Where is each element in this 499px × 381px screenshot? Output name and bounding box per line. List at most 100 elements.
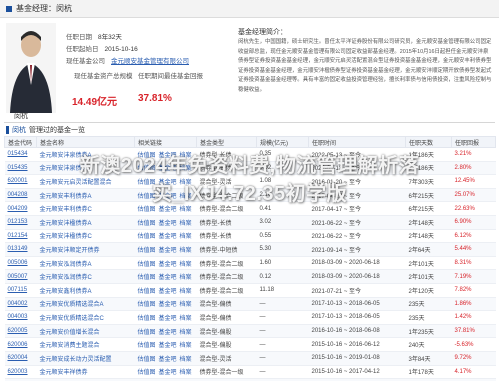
fund-name-link[interactable]: 金元顺安泓润债券A: [40, 262, 92, 268]
fund-name-link[interactable]: 金元顺安消费主题混合: [40, 343, 100, 349]
valuation-chart-link[interactable]: 估值图: [138, 343, 156, 349]
fund-forum-link[interactable]: 基金吧: [159, 262, 177, 268]
fund-name-link[interactable]: 金元顺安丰利债券A: [40, 194, 92, 200]
fund-links-cell: 估值图基金吧档案: [134, 310, 197, 325]
fund-forum-link[interactable]: 基金吧: [159, 153, 177, 159]
valuation-chart-link[interactable]: 估值图: [138, 194, 156, 200]
valuation-chart-link[interactable]: 估值图: [138, 330, 156, 336]
fund-forum-link[interactable]: 基金吧: [159, 289, 177, 295]
fund-code-link[interactable]: 620004: [8, 355, 28, 361]
tenure-days-cell: 6年215天: [405, 201, 452, 216]
fund-forum-link[interactable]: 基金吧: [159, 275, 177, 281]
fund-code-link[interactable]: 004209: [8, 206, 28, 212]
fund-name-link[interactable]: 金元顺安沣顺定开债券: [40, 248, 100, 254]
fund-code-link[interactable]: 620001: [8, 178, 28, 184]
fund-forum-link[interactable]: 基金吧: [159, 180, 177, 186]
column-header: 相关链接: [134, 136, 197, 148]
valuation-chart-link[interactable]: 估值图: [138, 275, 156, 281]
fund-code-link[interactable]: 012153: [8, 219, 28, 225]
company-link[interactable]: 金元顺安基金管理有限公司: [111, 58, 189, 65]
fund-profile-link[interactable]: 档案: [180, 153, 192, 159]
fund-code-link[interactable]: 620005: [8, 328, 28, 334]
column-header: 基金类型: [196, 136, 257, 148]
fund-forum-link[interactable]: 基金吧: [159, 207, 177, 213]
fund-code-link[interactable]: 004208: [8, 192, 28, 198]
fund-profile-link[interactable]: 档案: [180, 370, 192, 376]
tenure-days: 2年148天: [408, 220, 434, 227]
fund-code-link[interactable]: 005006: [8, 260, 28, 266]
fund-size: 1.60: [259, 260, 272, 267]
fund-profile-link[interactable]: 档案: [180, 275, 192, 281]
fund-name-link[interactable]: 金元顺安鑫利债券A: [40, 289, 92, 295]
fund-forum-link[interactable]: 基金吧: [159, 248, 177, 254]
valuation-chart-link[interactable]: 估值图: [138, 316, 156, 322]
fund-code-link[interactable]: 620003: [8, 369, 28, 375]
fund-profile-link[interactable]: 档案: [180, 316, 192, 322]
tenure-return: 37.81%: [454, 328, 475, 335]
valuation-chart-link[interactable]: 估值图: [138, 180, 156, 186]
fund-forum-link[interactable]: 基金吧: [159, 302, 177, 308]
valuation-chart-link[interactable]: 估值图: [138, 262, 156, 268]
valuation-chart-link[interactable]: 估值图: [138, 248, 156, 254]
valuation-chart-link[interactable]: 估值图: [138, 166, 156, 172]
fund-profile-link[interactable]: 档案: [180, 221, 192, 227]
valuation-chart-link[interactable]: 估值图: [138, 370, 156, 376]
valuation-chart-link[interactable]: 估值图: [138, 302, 156, 308]
fund-name-link[interactable]: 金元顺安沣楹债券A: [40, 221, 92, 227]
manager-photo: [6, 23, 56, 113]
valuation-chart-link[interactable]: 估值图: [138, 357, 156, 363]
fund-code-link[interactable]: 015435: [8, 165, 28, 171]
fund-code-link[interactable]: 620006: [8, 342, 28, 348]
fund-name-link[interactable]: 金元顺安价值增长混合: [40, 330, 100, 336]
fund-profile-link[interactable]: 档案: [180, 166, 192, 172]
valuation-chart-link[interactable]: 估值图: [138, 207, 156, 213]
fund-type-cell: 债券型-长债: [196, 215, 257, 230]
fund-profile-link[interactable]: 档案: [180, 343, 192, 349]
fund-forum-link[interactable]: 基金吧: [159, 194, 177, 200]
fund-code-link-cell: 005007: [4, 269, 37, 284]
fund-name-link[interactable]: 金元顺安优质精选混合C: [40, 316, 104, 322]
fund-code-link[interactable]: 004002: [8, 301, 28, 307]
fund-profile-link[interactable]: 档案: [180, 262, 192, 268]
fund-forum-link[interactable]: 基金吧: [159, 330, 177, 336]
fund-profile-link[interactable]: 档案: [180, 248, 192, 254]
fund-profile-link[interactable]: 档案: [180, 330, 192, 336]
fund-profile-link[interactable]: 档案: [180, 357, 192, 363]
fund-type: 债券型-混合二级: [199, 275, 244, 282]
fund-name-link[interactable]: 金元顺安沣泉债券A: [40, 153, 92, 159]
fund-profile-link[interactable]: 档案: [180, 207, 192, 213]
fund-name-link[interactable]: 金元顺安泓润债券C: [40, 275, 92, 281]
fund-code-link[interactable]: 005007: [8, 274, 28, 280]
fund-code-link[interactable]: 007115: [8, 287, 28, 293]
valuation-chart-link[interactable]: 估值图: [138, 234, 156, 240]
fund-name-link[interactable]: 金元顺安沣楹债券C: [40, 234, 92, 240]
valuation-chart-link[interactable]: 估值图: [138, 289, 156, 295]
fund-forum-link[interactable]: 基金吧: [159, 370, 177, 376]
fund-profile-link[interactable]: 档案: [180, 180, 192, 186]
fund-name-link[interactable]: 金元顺安丰祥债券: [40, 370, 88, 376]
fund-profile-link[interactable]: 档案: [180, 302, 192, 308]
fund-forum-link[interactable]: 基金吧: [159, 316, 177, 322]
fund-profile-link[interactable]: 档案: [180, 234, 192, 240]
fund-profile-link[interactable]: 档案: [180, 194, 192, 200]
fund-forum-link[interactable]: 基金吧: [159, 166, 177, 172]
fund-forum-link[interactable]: 基金吧: [159, 221, 177, 227]
fund-code-link[interactable]: 015434: [8, 151, 28, 157]
valuation-chart-link[interactable]: 估值图: [138, 153, 156, 159]
fund-profile-link[interactable]: 档案: [180, 289, 192, 295]
fund-forum-link[interactable]: 基金吧: [159, 343, 177, 349]
section-title-prefix[interactable]: 闵杭: [12, 125, 26, 135]
fund-code-link[interactable]: 012154: [8, 233, 28, 239]
valuation-chart-link[interactable]: 估值图: [138, 221, 156, 227]
fund-code-link[interactable]: 004003: [8, 314, 28, 320]
fund-name-link[interactable]: 金元顺安丰利债券C: [40, 207, 92, 213]
tenure-period-cell: 2016-01-20 ~ 至今: [308, 174, 406, 189]
fund-name-link[interactable]: 金元顺安优质精选混合A: [40, 302, 104, 308]
fund-code-link[interactable]: 013149: [8, 246, 28, 252]
fund-forum-link[interactable]: 基金吧: [159, 357, 177, 363]
fund-name-link[interactable]: 金元顺安沣泉债券C: [40, 166, 92, 172]
fund-name-link[interactable]: 金元顺安元启灵活配置混合: [40, 180, 112, 186]
fund-name-link[interactable]: 金元顺安成长动力灵活配置: [40, 357, 112, 363]
table-row: 620006 金元顺安消费主题混合 估值图 基金吧 档案 混合型-偏股 —2015-10-1…: [4, 337, 496, 352]
fund-forum-link[interactable]: 基金吧: [159, 234, 177, 240]
